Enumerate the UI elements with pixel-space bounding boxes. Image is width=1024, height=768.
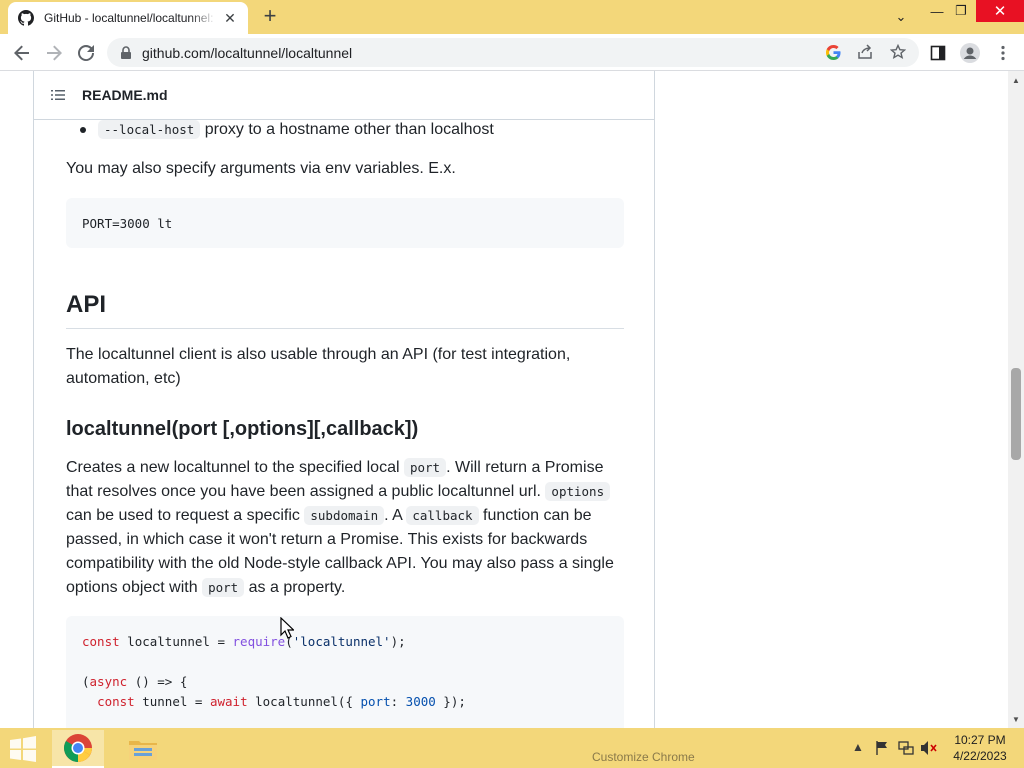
tab-strip: GitHub - localtunnel/localtunnel: ✕ + ⌄ … bbox=[0, 0, 1024, 34]
taskbar-chrome-app[interactable] bbox=[52, 730, 104, 768]
api-paragraph: The localtunnel client is also usable th… bbox=[66, 346, 571, 387]
env-code-block: PORT=3000 lt bbox=[66, 198, 624, 248]
clock-time: 10:27 PM bbox=[954, 733, 1006, 747]
forward-arrow-icon[interactable] bbox=[41, 40, 67, 66]
taskbar-file-explorer-app[interactable] bbox=[117, 730, 169, 768]
tab-close-icon[interactable]: ✕ bbox=[222, 10, 238, 26]
taskbar-clock[interactable]: 10:27 PM 4/22/2023 bbox=[940, 732, 1020, 764]
clock-date: 4/22/2023 bbox=[953, 749, 1007, 763]
code-line: const tunnel = await localtunnel({ port:… bbox=[97, 694, 466, 709]
tab-search-icon[interactable]: ⌄ bbox=[884, 6, 918, 28]
scroll-up-arrow-icon[interactable]: ▲ bbox=[1008, 73, 1024, 87]
bookmark-star-icon[interactable] bbox=[889, 43, 907, 61]
scroll-down-arrow-icon[interactable]: ▼ bbox=[1008, 712, 1024, 726]
function-heading: localtunnel(port [,options][,callback]) bbox=[66, 418, 419, 440]
bullet-dot bbox=[80, 127, 86, 133]
reload-icon[interactable] bbox=[73, 40, 99, 66]
inline-code-callback: callback bbox=[406, 506, 479, 525]
chrome-icon bbox=[64, 734, 92, 762]
code-line: PORT=3000 lt bbox=[82, 216, 173, 231]
side-panel-icon[interactable] bbox=[928, 43, 948, 63]
inline-code: --local-host bbox=[98, 120, 201, 139]
windows-taskbar: Customize Chrome ▲ 10:27 PM 4/22/2023 bbox=[0, 728, 1024, 768]
inline-code-port: port bbox=[403, 458, 447, 477]
more-menu-icon[interactable] bbox=[993, 43, 1013, 63]
readme-filename: README.md bbox=[82, 87, 168, 103]
share-icon[interactable] bbox=[856, 43, 874, 61]
desc-text: can be used to request a specific bbox=[66, 507, 305, 524]
google-icon[interactable] bbox=[824, 43, 842, 61]
window-restore-button[interactable]: ❐ bbox=[944, 0, 978, 22]
desc-text: as a property. bbox=[244, 579, 346, 596]
windows-start-icon[interactable] bbox=[8, 736, 38, 762]
url-text[interactable]: github.com/localtunnel/localtunnel bbox=[142, 45, 352, 61]
code-line: const localtunnel = require('localtunnel… bbox=[82, 634, 406, 649]
readme-panel: README.md --local-host proxy to a hostna… bbox=[33, 71, 655, 728]
new-tab-button[interactable]: + bbox=[258, 5, 282, 28]
env-paragraph: You may also specify arguments via env v… bbox=[66, 160, 456, 177]
tab-title: GitHub - localtunnel/localtunnel: bbox=[44, 11, 214, 25]
mouse-cursor-icon bbox=[280, 617, 294, 639]
code-line: (async () => { bbox=[82, 674, 188, 689]
inline-code-subdomain: subdomain bbox=[304, 506, 385, 525]
customize-chrome-label: Customize Chrome bbox=[592, 750, 695, 764]
tray-expand-icon[interactable]: ▲ bbox=[852, 740, 864, 754]
api-heading: API bbox=[66, 290, 624, 329]
desc-text: . A bbox=[384, 507, 407, 524]
right-sidebar-area bbox=[655, 71, 1008, 728]
lock-icon[interactable] bbox=[119, 45, 133, 60]
address-bar[interactable]: github.com/localtunnel/localtunnel bbox=[107, 38, 919, 67]
scrollbar-thumb[interactable] bbox=[1011, 368, 1021, 460]
bullet-text: proxy to a hostname other than localhost bbox=[204, 121, 494, 138]
desc-text: Creates a new localtunnel to the specifi… bbox=[66, 459, 404, 476]
api-code-block: const localtunnel = require('localtunnel… bbox=[66, 616, 624, 728]
function-description: Creates a new localtunnel to the specifi… bbox=[66, 456, 624, 600]
page-scrollbar[interactable]: ▲ ▼ bbox=[1008, 71, 1024, 728]
readme-header: README.md bbox=[34, 71, 654, 120]
volume-muted-icon[interactable] bbox=[920, 740, 938, 756]
outline-list-icon[interactable] bbox=[50, 87, 66, 103]
browser-toolbar: github.com/localtunnel/localtunnel bbox=[0, 34, 1024, 71]
profile-avatar-icon[interactable] bbox=[960, 43, 980, 63]
back-arrow-icon[interactable] bbox=[9, 40, 35, 66]
window-close-button[interactable]: ✕ bbox=[976, 0, 1024, 22]
github-icon bbox=[18, 10, 34, 26]
action-center-flag-icon[interactable] bbox=[874, 740, 890, 756]
browser-tab[interactable]: GitHub - localtunnel/localtunnel: ✕ bbox=[8, 2, 248, 34]
folder-icon bbox=[129, 741, 157, 760]
inline-code-port: port bbox=[202, 578, 245, 597]
page-viewport: README.md --local-host proxy to a hostna… bbox=[0, 71, 1008, 728]
network-icon[interactable] bbox=[898, 740, 914, 756]
inline-code-options: options bbox=[545, 482, 611, 501]
